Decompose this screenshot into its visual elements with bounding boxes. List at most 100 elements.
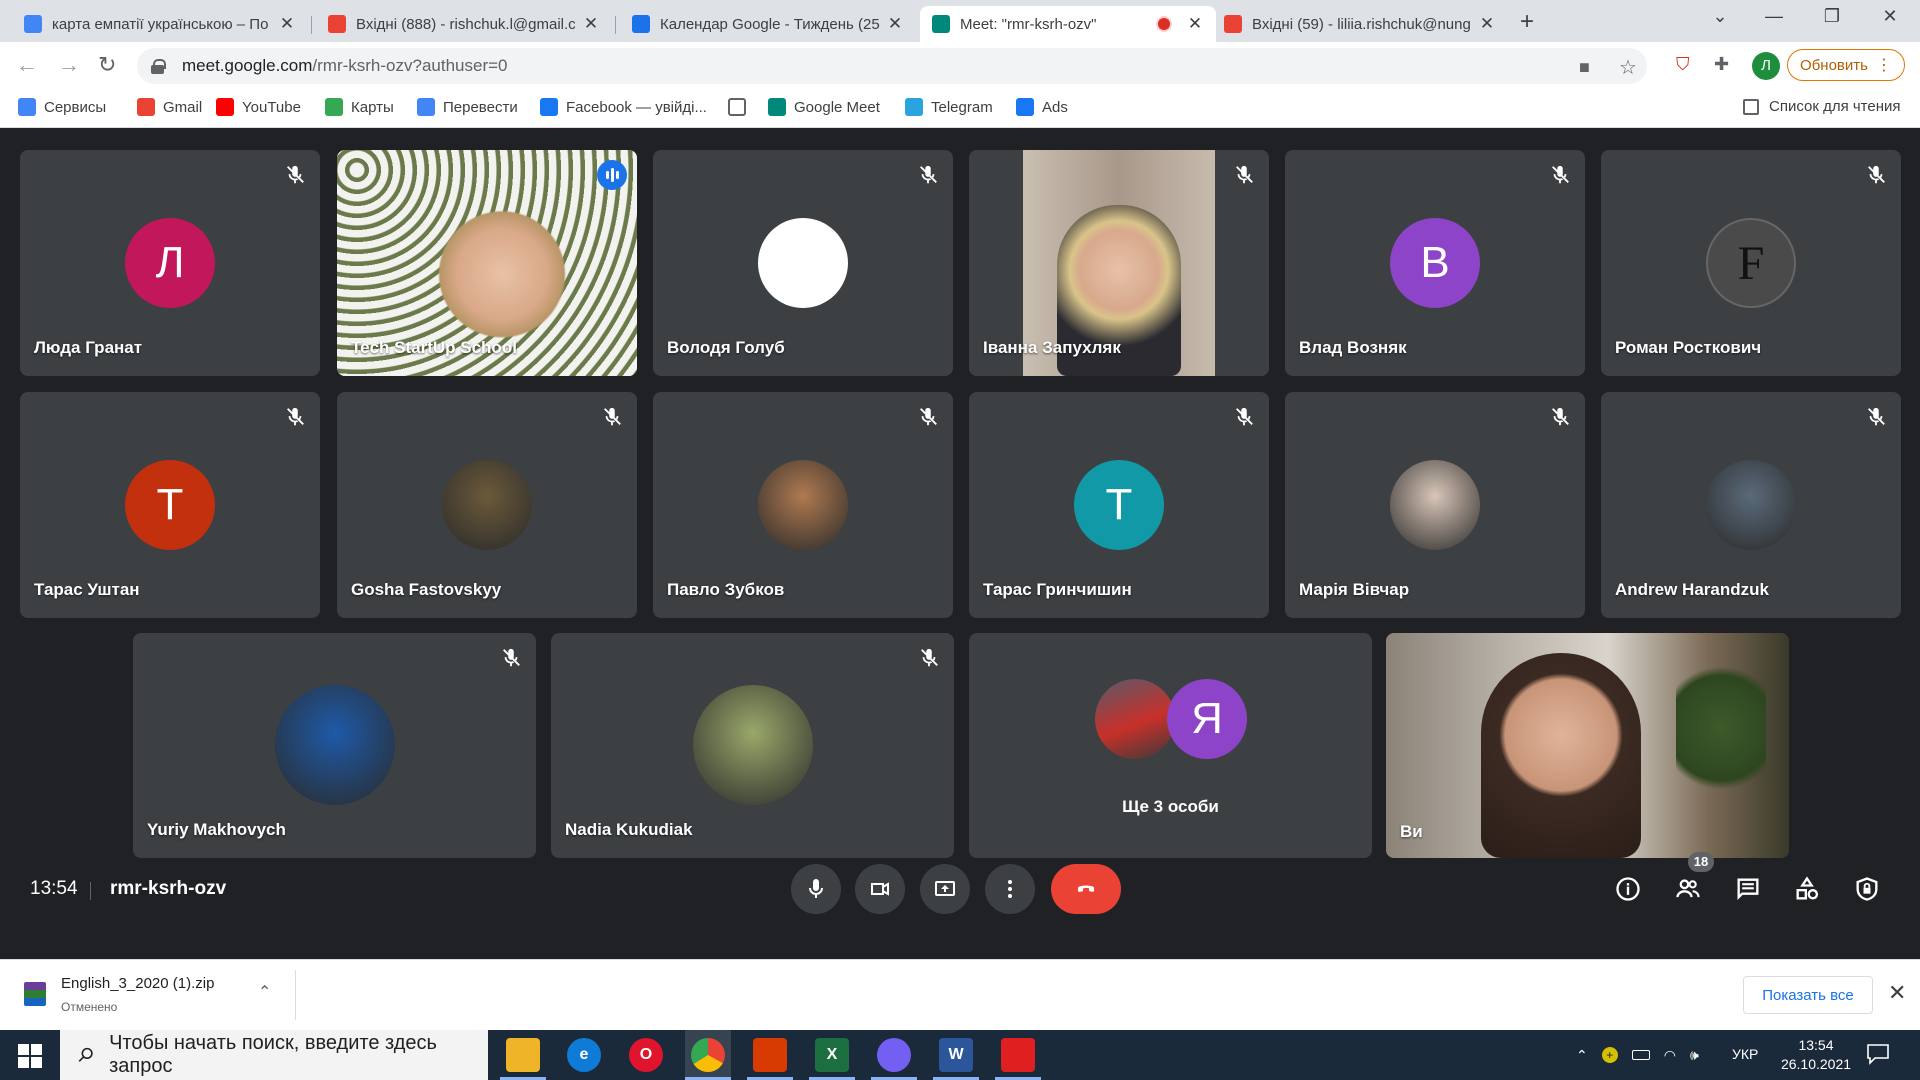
extension-pocket-icon[interactable]: ⛉: [1676, 54, 1690, 75]
close-window-button[interactable]: ✕: [1870, 6, 1910, 27]
file-explorer-icon[interactable]: [506, 1038, 540, 1072]
profile-avatar[interactable]: Л: [1752, 52, 1780, 80]
extensions-puzzle-icon[interactable]: ✚: [1714, 54, 1729, 75]
bookmark-5[interactable]: Facebook — увійді...: [540, 98, 707, 116]
participant-tile[interactable]: Т Тарас Гринчишин: [969, 392, 1269, 618]
input-language[interactable]: УКР: [1732, 1046, 1758, 1062]
bookmark-7[interactable]: Google Meet: [768, 98, 880, 116]
present-screen-icon: [935, 881, 955, 896]
show-all-downloads-button[interactable]: Показать все: [1743, 976, 1873, 1014]
bookmark-3[interactable]: Карты: [325, 98, 394, 116]
participant-tile[interactable]: Andrew Harandzuk: [1601, 392, 1901, 618]
participant-count-badge: 18: [1688, 852, 1714, 872]
windows-start-icon[interactable]: [18, 1044, 42, 1068]
participant-tile[interactable]: Т Тарас Уштан: [20, 392, 320, 618]
bookmark-2[interactable]: YouTube: [216, 98, 301, 116]
bookmark-0[interactable]: Сервисы: [18, 98, 106, 116]
camera-button[interactable]: [855, 864, 905, 914]
excel-icon[interactable]: X: [815, 1038, 849, 1072]
microphone-button[interactable]: [791, 864, 841, 914]
minimize-button[interactable]: —: [1754, 6, 1794, 27]
chat-button[interactable]: [1733, 874, 1763, 904]
viber-icon[interactable]: [877, 1038, 911, 1072]
more-participants-tile[interactable]: Я Ще 3 особи: [969, 633, 1372, 858]
tab-search-icon[interactable]: ⌄: [1700, 6, 1740, 27]
youtube-icon: [216, 98, 234, 116]
windows-taskbar: Чтобы начать поиск, введите здесь запрос…: [0, 1030, 1920, 1080]
meeting-info-button[interactable]: [1613, 874, 1643, 904]
bookmark-9[interactable]: Ads: [1016, 98, 1068, 116]
participant-tile[interactable]: Nadia Kukudiak: [551, 633, 954, 858]
bookmark-4[interactable]: Перевести: [417, 98, 518, 116]
camera-in-use-icon[interactable]: ■: [1579, 57, 1590, 78]
download-divider: [295, 970, 296, 1020]
participant-tile[interactable]: Tech StartUp School: [337, 150, 637, 376]
present-screen-button[interactable]: [920, 864, 970, 914]
mic-off-icon: [500, 647, 522, 669]
participant-tile[interactable]: Марія Вівчар: [1285, 392, 1585, 618]
participant-tile[interactable]: В Влад Возняк: [1285, 150, 1585, 376]
acrobat-icon[interactable]: [1001, 1038, 1035, 1072]
reading-list-button[interactable]: Список для чтения: [1743, 98, 1901, 115]
tab-3[interactable]: Meet: "rmr-ksrh-ozv" ✕: [920, 6, 1216, 42]
participant-tile[interactable]: F Роман Росткович: [1601, 150, 1901, 376]
participant-tile[interactable]: Павло Зубков: [653, 392, 953, 618]
taskbar-clock[interactable]: 13:54 26.10.2021: [1776, 1036, 1856, 1074]
taskbar-search[interactable]: Чтобы начать поиск, введите здесь запрос: [60, 1030, 488, 1080]
self-video-tile[interactable]: Ви: [1386, 633, 1789, 858]
back-button[interactable]: ←: [16, 52, 38, 78]
edge-icon[interactable]: e: [567, 1038, 601, 1072]
participant-tile[interactable]: Л Люда Гранат: [20, 150, 320, 376]
lock-icon[interactable]: [151, 59, 166, 74]
forward-button[interactable]: →: [58, 52, 80, 78]
activities-button[interactable]: [1792, 874, 1822, 904]
chevron-up-icon[interactable]: ⌃: [258, 982, 271, 1002]
participant-tile[interactable]: Володя Голуб: [653, 150, 953, 376]
new-tab-button[interactable]: +: [1520, 8, 1534, 36]
notifications-icon[interactable]: [1866, 1043, 1890, 1065]
close-tab-icon[interactable]: ✕: [1476, 14, 1498, 34]
close-tab-icon[interactable]: ✕: [884, 14, 906, 34]
participants-button[interactable]: [1673, 874, 1703, 904]
bookmark-1[interactable]: Gmail: [137, 98, 202, 116]
close-tab-icon[interactable]: ✕: [580, 14, 602, 34]
tab-1[interactable]: Вхідні (888) - rishchuk.l@gmail.c ✕: [316, 6, 612, 42]
participant-avatar: [758, 218, 848, 308]
more-options-button[interactable]: [985, 864, 1035, 914]
office-icon[interactable]: [753, 1038, 787, 1072]
address-bar[interactable]: meet.google.com/rmr-ksrh-ozv?authuser=0 …: [137, 48, 1647, 84]
participant-avatar-photo: [758, 460, 848, 550]
download-filename[interactable]: English_3_2020 (1).zip: [61, 975, 214, 992]
chrome-icon[interactable]: [691, 1038, 725, 1072]
taskbar-time: 13:54: [1798, 1037, 1834, 1053]
participant-tile[interactable]: Іванна Запухляк: [969, 150, 1269, 376]
bookmark-6[interactable]: [728, 98, 754, 116]
update-button[interactable]: Обновить ⋮: [1787, 49, 1905, 81]
restore-button[interactable]: ❐: [1812, 6, 1852, 27]
reading-list-label: Список для чтения: [1769, 98, 1901, 115]
tab-4[interactable]: Вхідні (59) - liliia.rishchuk@nung ✕: [1212, 6, 1508, 42]
participant-tile[interactable]: Yuriy Makhovych: [133, 633, 536, 858]
volume-icon[interactable]: 🕪: [1690, 1047, 1699, 1064]
close-tab-icon[interactable]: ✕: [1184, 14, 1206, 34]
close-tab-icon[interactable]: ✕: [276, 14, 298, 34]
bookmark-8[interactable]: Telegram: [905, 98, 993, 116]
wifi-icon[interactable]: ◠: [1664, 1047, 1676, 1064]
participant-tile[interactable]: Gosha Fastovskyy: [337, 392, 637, 618]
word-icon[interactable]: W: [939, 1038, 973, 1072]
close-download-shelf-icon[interactable]: ✕: [1888, 980, 1906, 1006]
tray-chevron-up-icon[interactable]: ⌃: [1576, 1047, 1588, 1064]
leave-call-button[interactable]: [1051, 864, 1121, 914]
bookmark-star-icon[interactable]: ☆: [1619, 55, 1637, 80]
tab-0[interactable]: карта емпатії українською – По ✕: [12, 6, 308, 42]
microphone-icon: [809, 879, 823, 898]
tab-2[interactable]: Календар Google - Тиждень (25 ✕: [620, 6, 916, 42]
opera-icon[interactable]: O: [629, 1038, 663, 1072]
reload-button[interactable]: ↻: [98, 52, 116, 78]
participant-avatar-photo: [1706, 460, 1796, 550]
host-controls-button[interactable]: [1852, 874, 1882, 904]
battery-icon[interactable]: [1631, 1050, 1650, 1060]
tray-update-icon[interactable]: +: [1601, 1047, 1618, 1063]
people-icon: [1676, 879, 1700, 898]
more-participant-photo: [1095, 679, 1175, 759]
